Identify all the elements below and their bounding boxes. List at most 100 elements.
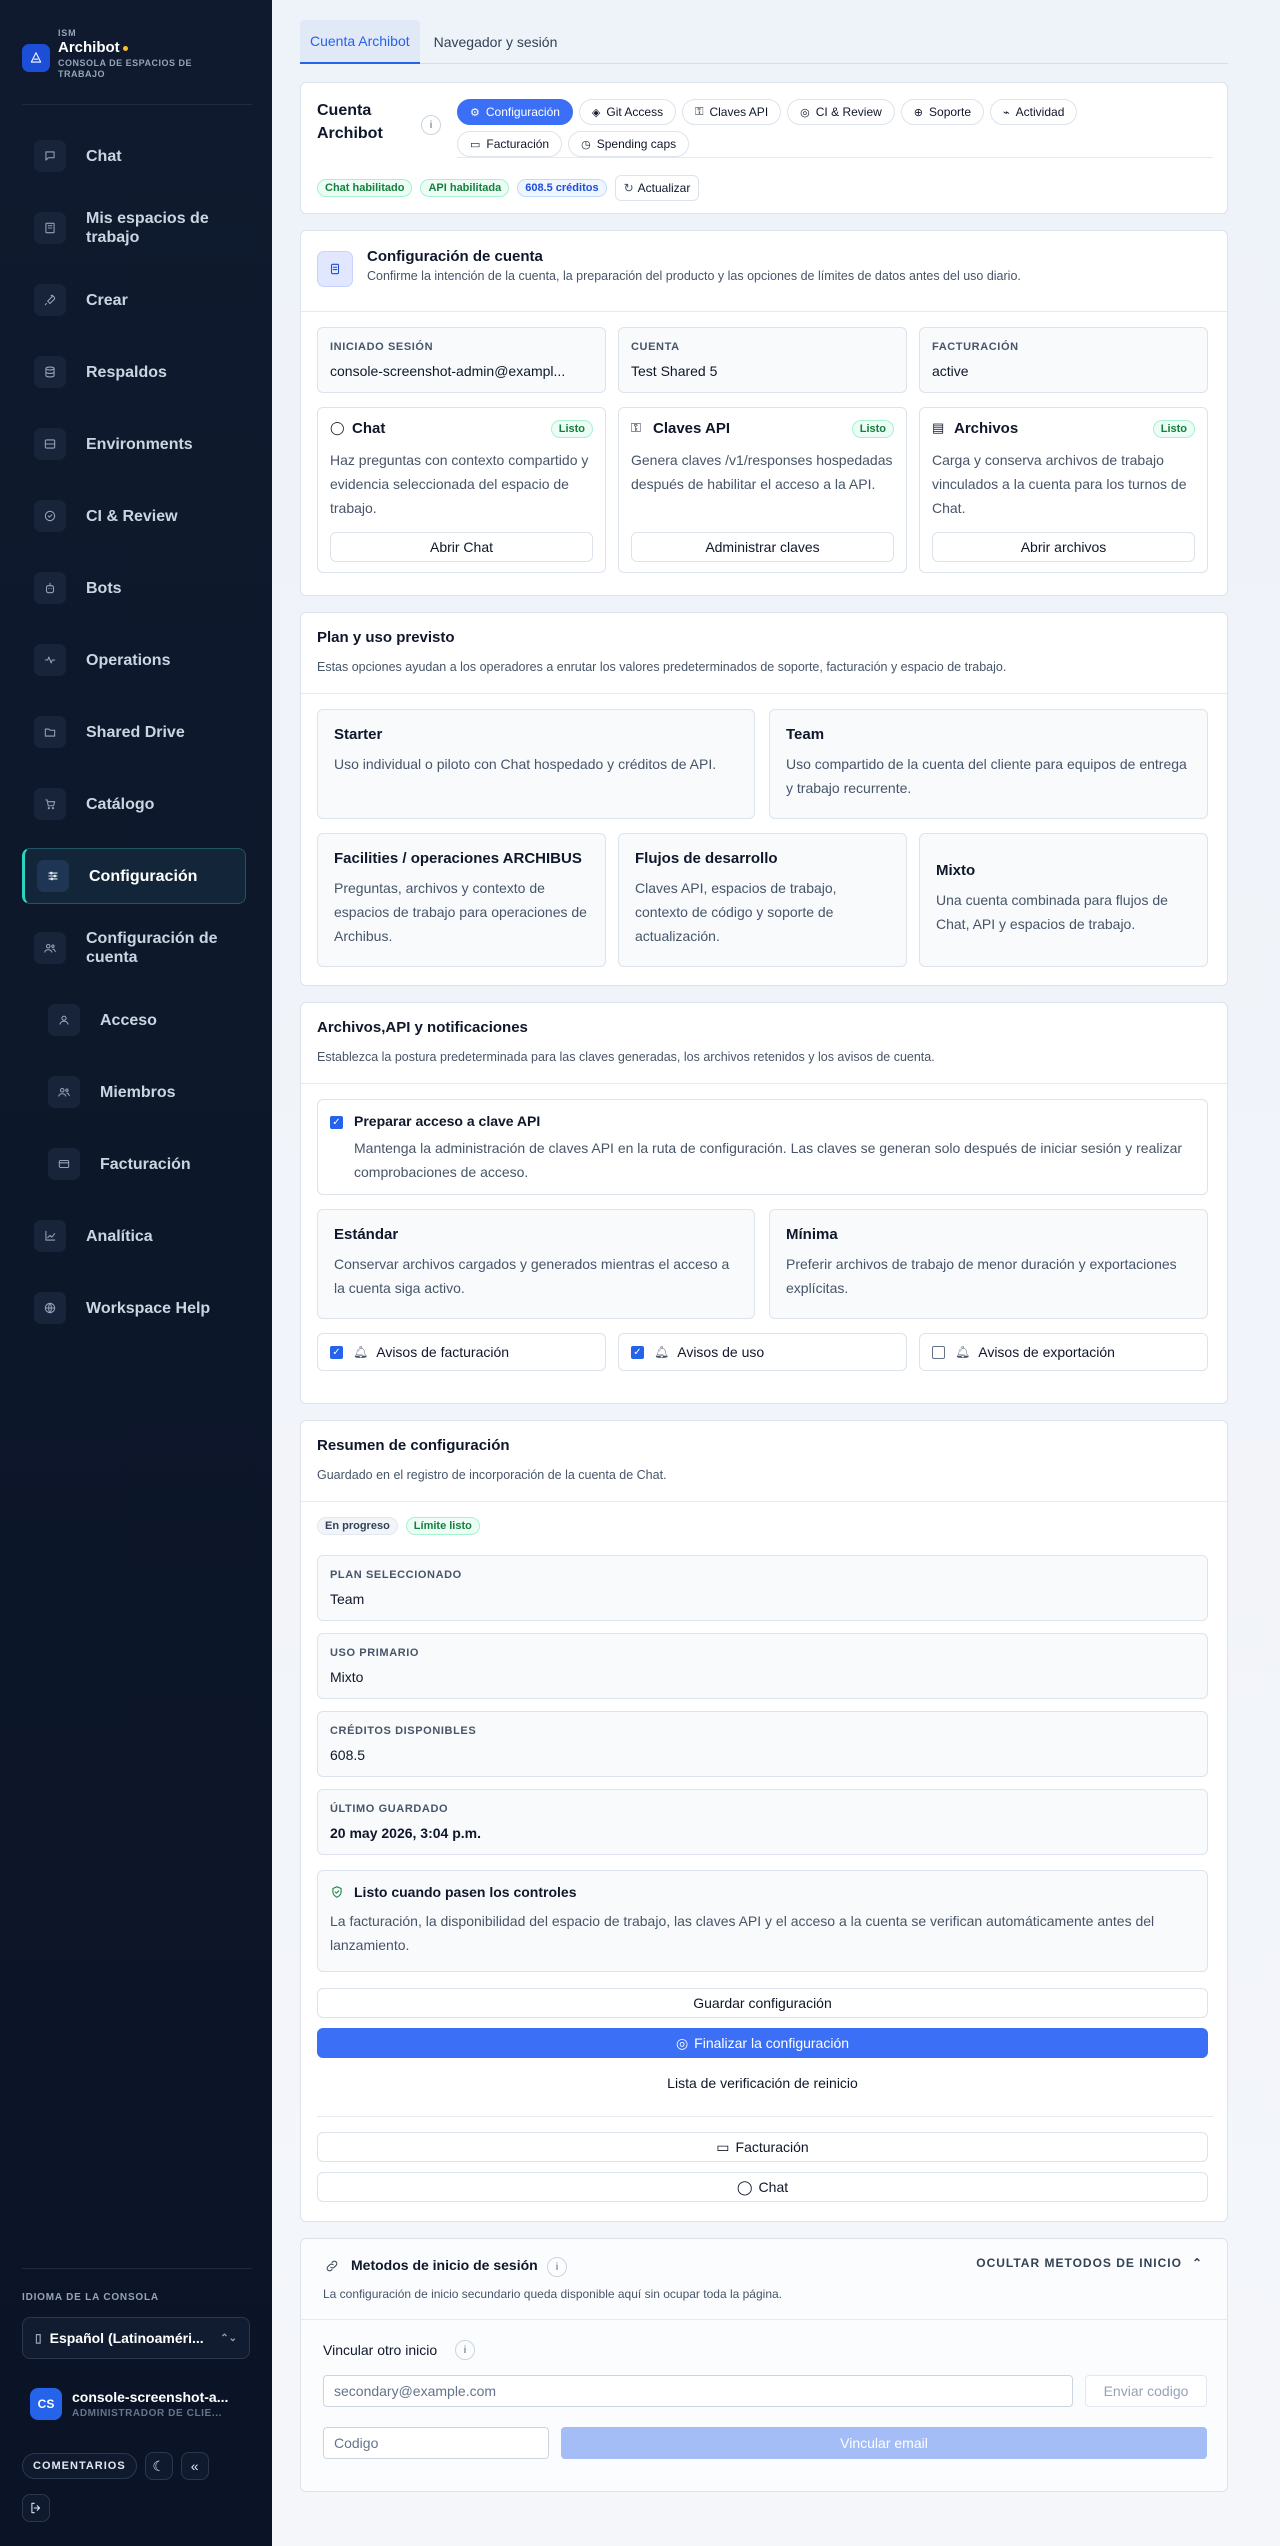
sidebar-item-operations[interactable]: Operations [22,632,246,688]
finish-config-button[interactable]: ◎ Finalizar la configuración [317,2028,1208,2058]
sidebar-item-mis-espacios-de-trabajo[interactable]: Mis espacios de trabajo [22,200,246,256]
ready-badge: Listo [851,420,894,438]
billing-button[interactable]: ▭ Facturación [317,2132,1208,2162]
secondary-email-input[interactable]: secondary@example.com [323,2375,1073,2407]
sidebar-item-shared-drive[interactable]: Shared Drive [22,704,246,760]
section-pill-spending-caps[interactable]: ◷ Spending caps [568,131,690,157]
sidebar-item-respaldos[interactable]: Respaldos [22,344,246,400]
section-pill-ci-review[interactable]: ◎ CI & Review [787,99,895,125]
tab-navegador-sesion[interactable]: Navegador y sesión [424,20,568,64]
sidebar-item-label: Shared Drive [86,723,185,741]
sidebar-item-ci-review[interactable]: CI & Review [22,488,246,544]
sidebar-item-label: Crear [86,291,128,309]
notice-checkbox[interactable]: ✓ [631,1345,644,1359]
feature-title: Archivos [954,420,1019,437]
chat-button[interactable]: ◯ Chat [317,2172,1208,2202]
sidebar-item-acceso[interactable]: Acceso [36,992,246,1048]
plan-option-starter[interactable]: Starter Uso individual o piloto con Chat … [317,709,755,819]
notice-label: Avisos de exportación [978,1344,1115,1360]
plan-option-desc: Uso compartido de la cuenta del cliente … [786,756,1187,796]
notice-checkbox[interactable]: ✓ [330,1345,343,1359]
code-input[interactable]: Codigo [323,2427,549,2459]
info-icon[interactable]: i [421,115,441,135]
user-profile[interactable]: CS console-screenshot-a... ADMINISTRADOR… [30,2388,228,2420]
sidebar-item-chat[interactable]: Chat [22,128,246,184]
login-title: Metodos de inicio de sesión [351,2257,538,2273]
sidebar-item-analítica[interactable]: Analítica [22,1208,246,1264]
finish-label: Finalizar la configuración [694,2035,850,2051]
save-config-button[interactable]: Guardar configuración [317,1988,1208,2018]
field-label: FACTURACIÓN [932,341,1019,353]
plan-option-mixto[interactable]: Mixto Una cuenta combinada para flujos de… [919,833,1208,967]
sidebar-item-miembros[interactable]: Miembros [36,1064,246,1120]
api-access-option[interactable]: ✓ Preparar acceso a clave API Mantenga l… [317,1099,1208,1195]
key-icon: ⚿ [631,420,641,435]
notice-option-0[interactable]: ✓ 🔔︎ Avisos de facturación [317,1333,606,1371]
plan-option-team[interactable]: Team Uso compartido de la cuenta del clie… [769,709,1208,819]
account-status-row: Chat habilitado API habilitada 608.5 cré… [317,175,700,201]
section-pill-facturaci-n[interactable]: ▭ Facturación [457,131,563,157]
api-access-checkbox[interactable]: ✓ [330,1116,343,1129]
reset-checklist-button[interactable]: Lista de verificación de reinicio [317,2068,1208,2098]
plan-option-facilities-operaciones-archibus[interactable]: Facilities / operaciones ARCHIBUS Pregunt… [317,833,606,967]
section-pill-actividad[interactable]: ⌁ Actividad [990,99,1078,125]
sidebar-item-facturación[interactable]: Facturación [36,1136,246,1192]
sidebar-item-label: CI & Review [86,507,178,525]
field-value: 608.5 [330,1747,366,1763]
link-email-button[interactable]: Vincular email [561,2427,1207,2459]
status-badge-api: API habilitada [420,179,510,197]
sidebar-item-bots[interactable]: Bots [22,560,246,616]
notice-option-1[interactable]: ✓ 🔔︎ Avisos de uso [618,1333,907,1371]
info-icon[interactable]: i [547,2257,567,2277]
status-badge-credits: 608.5 créditos [517,179,607,197]
hide-login-methods-button[interactable]: OCULTAR METODOS DE INICIO ⌃ [976,2256,1203,2270]
chat-icon: ◯ [330,420,345,435]
sidebar-item-crear[interactable]: Crear [22,272,246,328]
sidebar-item-label: Respaldos [86,363,167,381]
refresh-icon: ↻ [623,181,634,195]
globe-icon: ▯ [35,2331,42,2345]
notice-option-2[interactable]: 🔔︎ Avisos de exportación [919,1333,1208,1371]
folder-icon [34,716,66,748]
plan-option-flujos-de-desarrollo[interactable]: Flujos de desarrollo Claves API, espacios… [618,833,907,967]
feature-desc: Haz preguntas con contexto compartido y … [330,452,589,516]
summary-field-1: USO PRIMARIO Mixto [317,1633,1208,1699]
archibot-logo-icon [22,44,50,72]
retention-option-minima[interactable]: Mínima Preferir archivos de trabajo de me… [769,1209,1208,1319]
tab-cuenta-archibot[interactable]: Cuenta Archibot [300,20,420,64]
logout-icon[interactable] [22,2494,50,2522]
send-code-button[interactable]: Enviar codigo [1085,2375,1207,2407]
refresh-button[interactable]: ↻ Actualizar [614,175,700,201]
status-badge-chat: Chat habilitado [317,179,413,197]
account-title: Cuenta Archibot [317,102,383,142]
retention-option-estandar[interactable]: Estándar Conservar archivos cargados y ge… [317,1209,755,1319]
feature-action-button[interactable]: Abrir Chat [330,532,593,562]
plan-option-desc: Una cuenta combinada para flujos de Chat… [936,892,1168,932]
sidebar-item-configuración-de-cuenta[interactable]: Configuración de cuenta [22,920,246,976]
sidebar-item-catálogo[interactable]: Catálogo [22,776,246,832]
sidebar-item-label: Catálogo [86,795,155,813]
user-icon [48,1004,80,1036]
plan-option-title: Mixto [936,862,976,879]
section-pill-git-access[interactable]: ◈ Git Access [578,99,677,125]
console-language-select[interactable]: ▯ Español (Latinoaméri... ⌃⌄ [22,2317,250,2359]
bell-icon: 🔔︎ [353,1345,369,1359]
plan-option-desc: Claves API, espacios de trabajo, context… [635,880,837,944]
sidebar-item-configuración[interactable]: Configuración [22,848,246,904]
api-access-label: Preparar acceso a clave API [354,1113,541,1129]
section-pill-claves-api[interactable]: ⚿ Claves API [682,99,782,125]
feature-action-button[interactable]: Abrir archivos [932,532,1195,562]
feature-action-button[interactable]: Administrar claves [631,532,894,562]
sidebar-item-environments[interactable]: Environments [22,416,246,472]
theme-toggle-moon-icon[interactable]: ☾ [144,2452,173,2480]
server-icon [34,428,66,460]
section-pill-soporte[interactable]: ⊕ Soporte [900,99,985,125]
divider [301,1083,1227,1084]
pill-label: Actividad [1015,105,1065,119]
notice-checkbox[interactable] [932,1345,945,1359]
info-icon[interactable]: i [455,2340,475,2360]
section-pill-configuraci-n[interactable]: ⚙ Configuración [457,99,573,125]
collapse-sidebar-icon[interactable]: « [180,2452,209,2480]
sidebar-item-workspace-help[interactable]: Workspace Help [22,1280,246,1336]
feedback-button[interactable]: COMENTARIOS [22,2453,137,2479]
